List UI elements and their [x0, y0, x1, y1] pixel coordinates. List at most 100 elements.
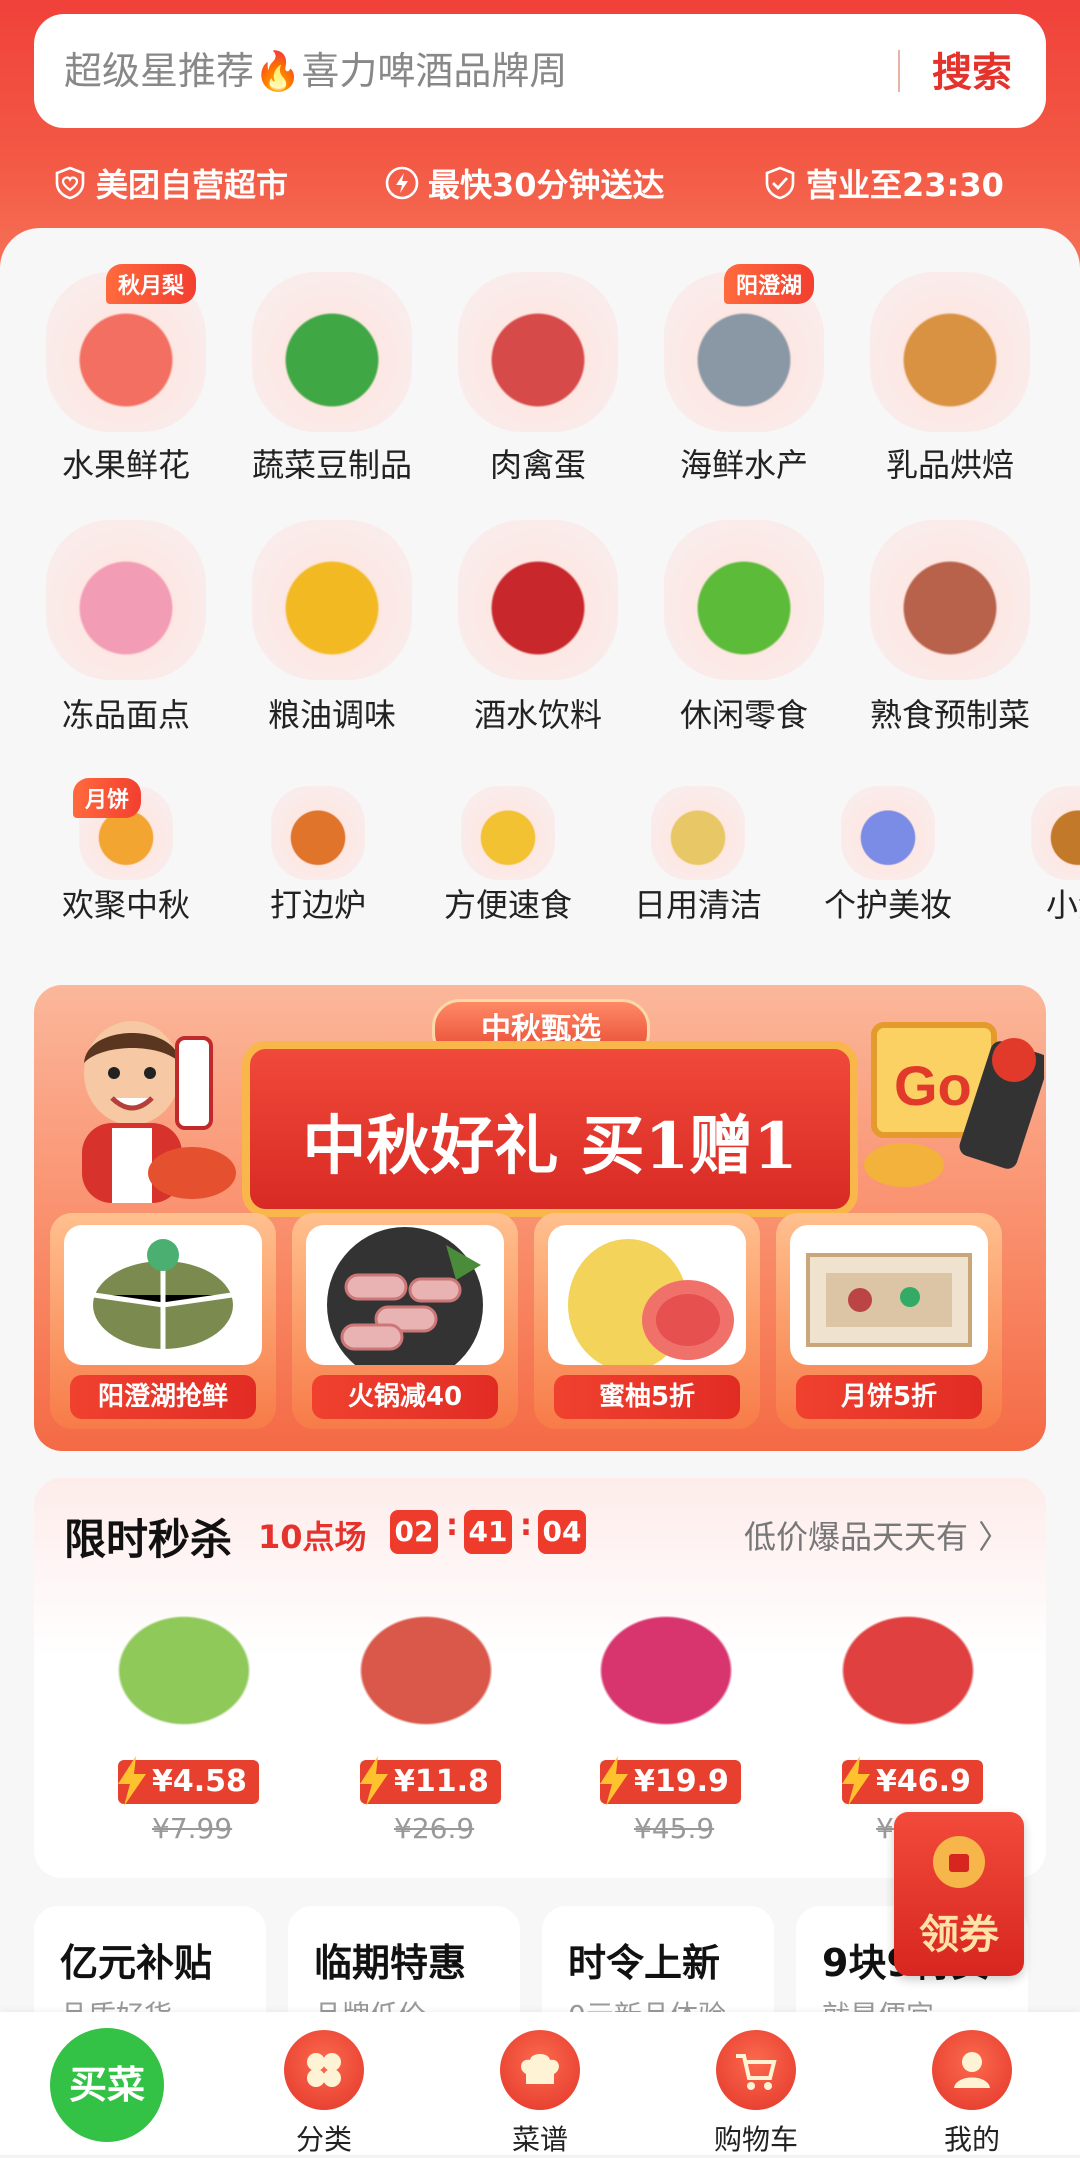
coupon-label: 领券 [919, 1912, 999, 1958]
banner-sign: 中秋好礼 买1赠1 [242, 1041, 858, 1217]
pomelo-icon [568, 1239, 734, 1365]
category-label[interactable]: 欢聚中秋 [62, 880, 190, 926]
lightning-icon [385, 166, 419, 200]
deal-label: 月饼5折 [796, 1375, 982, 1419]
flash-price: ¥4.58 [118, 1756, 259, 1806]
flash-sale-title: 限时秒杀 [64, 1515, 233, 1564]
tab-label: 我的 [943, 2123, 1000, 2156]
category-tag: 阳澄湖 [724, 264, 815, 304]
deal-card[interactable]: 月饼5折 [776, 1213, 1002, 1429]
flash-sale-session: 10点场 [258, 1518, 367, 1556]
search-button[interactable]: 搜索 [932, 40, 1012, 98]
deal-label: 蜜柚5折 [554, 1375, 740, 1419]
category-label[interactable]: 肉禽蛋 [490, 440, 586, 486]
profile-icon [932, 2030, 1012, 2110]
category-label[interactable]: 打边炉 [270, 880, 366, 926]
deal-card[interactable]: 阳澄湖抢鲜 [50, 1213, 276, 1429]
flash-price: ¥46.9 [842, 1756, 983, 1806]
tab-category[interactable]: 分类 [264, 2030, 384, 2158]
category-label[interactable]: 冻品面点 [62, 690, 190, 736]
search-input[interactable]: 超级星推荐🔥喜力啤酒品牌周 [64, 40, 567, 95]
price-text: ¥11.8 [394, 1764, 489, 1799]
timer-hours: 02 [390, 1510, 438, 1554]
deal-label: 阳澄湖抢鲜 [70, 1375, 256, 1419]
vegetable-icon [252, 272, 412, 432]
svg-text:Go: Go [894, 1054, 972, 1117]
tab-cart[interactable]: 购物车 [696, 2030, 816, 2158]
feature-hours: 营业至23:30 [762, 160, 1004, 206]
deal-image [64, 1225, 262, 1365]
tab-buy[interactable]: 买菜 [50, 2028, 164, 2142]
lightning-bolt-icon [600, 1756, 628, 1806]
timer-seconds: 04 [538, 1510, 586, 1554]
category-label[interactable]: 乳品烘焙 [886, 440, 1014, 486]
lettuce-icon [84, 1588, 284, 1738]
category-label[interactable]: 小酒 [1046, 880, 1080, 926]
timer-colon: : [520, 1508, 532, 1543]
category-label[interactable]: 方便速食 [444, 880, 572, 926]
flash-product[interactable]: ¥4.58 ¥7.99 [74, 1588, 294, 1858]
category-label[interactable]: 酒水饮料 [474, 690, 602, 736]
tab-label: 购物车 [713, 2123, 798, 2156]
tissue-icon [651, 786, 745, 880]
category-label[interactable]: 休闲零食 [680, 690, 808, 736]
noodles-icon [461, 786, 555, 880]
category-tag: 月饼 [73, 778, 142, 818]
timer-minutes: 41 [464, 1510, 512, 1554]
crab-icon [93, 1239, 233, 1349]
snack-icon [664, 520, 824, 680]
pomegranate-icon [326, 1588, 526, 1738]
tab-profile[interactable]: 我的 [912, 2030, 1032, 2158]
mascot-icon [82, 1021, 236, 1203]
meat-icon [458, 272, 618, 432]
deal-card[interactable]: 火锅减40 [292, 1213, 518, 1429]
category-label[interactable]: 个护美妆 [824, 880, 952, 926]
coupon-bag-icon [933, 1836, 985, 1888]
gift-box-icon [806, 1253, 972, 1347]
category-tag: 秋月梨 [106, 264, 197, 304]
category-label[interactable]: 日用清洁 [634, 880, 762, 926]
flash-sale-more-link[interactable]: 低价爆品天天有 〉 [744, 1512, 1010, 1558]
heart-shield-icon [55, 166, 85, 200]
skincare-icon [841, 786, 935, 880]
feature-label: 营业至23:30 [806, 166, 1004, 204]
coupon-button[interactable]: 领券 [894, 1812, 1024, 1976]
deal-card[interactable]: 蜜柚5折 [534, 1213, 760, 1429]
dragonfruit-icon [566, 1588, 766, 1738]
flash-price: ¥11.8 [360, 1756, 501, 1806]
shield-check-icon [765, 166, 795, 200]
dairy-icon [870, 272, 1030, 432]
tab-label: 菜谱 [511, 2123, 568, 2156]
go-trophy-icon: Go [864, 1022, 1044, 1187]
drinks-icon [458, 520, 618, 680]
chef-hat-icon [500, 2030, 580, 2110]
price-text: ¥46.9 [876, 1764, 971, 1799]
price-text: ¥4.58 [152, 1764, 247, 1799]
price-text: ¥19.9 [634, 1764, 729, 1799]
lightning-bolt-icon [842, 1756, 870, 1806]
mid-autumn-banner[interactable]: 中秋甄选 中秋好礼 买1赠1 Go 阳澄湖抢鲜 火锅减40 蜜柚5折 月饼5折 [34, 985, 1046, 1451]
flash-sale-section: 限时秒杀 10点场 02 : 41 : 04 低价爆品天天有 〉 ¥4.58 ¥7… [34, 1478, 1046, 1878]
hotpot-icon [271, 786, 365, 880]
icecream-icon [46, 520, 206, 680]
lightning-bolt-icon [360, 1756, 388, 1806]
category-label[interactable]: 熟食预制菜 [870, 690, 1030, 736]
oil-icon [252, 520, 412, 680]
category-label[interactable]: 海鲜水产 [680, 440, 808, 486]
promo-title: 亿元补贴 [60, 1941, 213, 1985]
category-icon [284, 2030, 364, 2110]
cart-icon [716, 2030, 796, 2110]
meat-roll-icon [327, 1227, 483, 1365]
promo-title: 时令上新 [568, 1941, 721, 1985]
deal-image [790, 1225, 988, 1365]
tab-recipe[interactable]: 菜谱 [480, 2030, 600, 2158]
flash-product[interactable]: ¥11.8 ¥26.9 [316, 1588, 536, 1858]
flash-product[interactable]: ¥19.9 ¥45.9 [556, 1588, 776, 1858]
category-label[interactable]: 蔬菜豆制品 [252, 440, 412, 486]
flash-old-price: ¥26.9 [394, 1812, 475, 1845]
flash-old-price: ¥ [876, 1812, 894, 1845]
category-label[interactable]: 水果鲜花 [62, 440, 190, 486]
feature-label: 最快30分钟送达 [428, 166, 665, 204]
timer-colon: : [446, 1508, 458, 1543]
category-label[interactable]: 粮油调味 [268, 690, 396, 736]
